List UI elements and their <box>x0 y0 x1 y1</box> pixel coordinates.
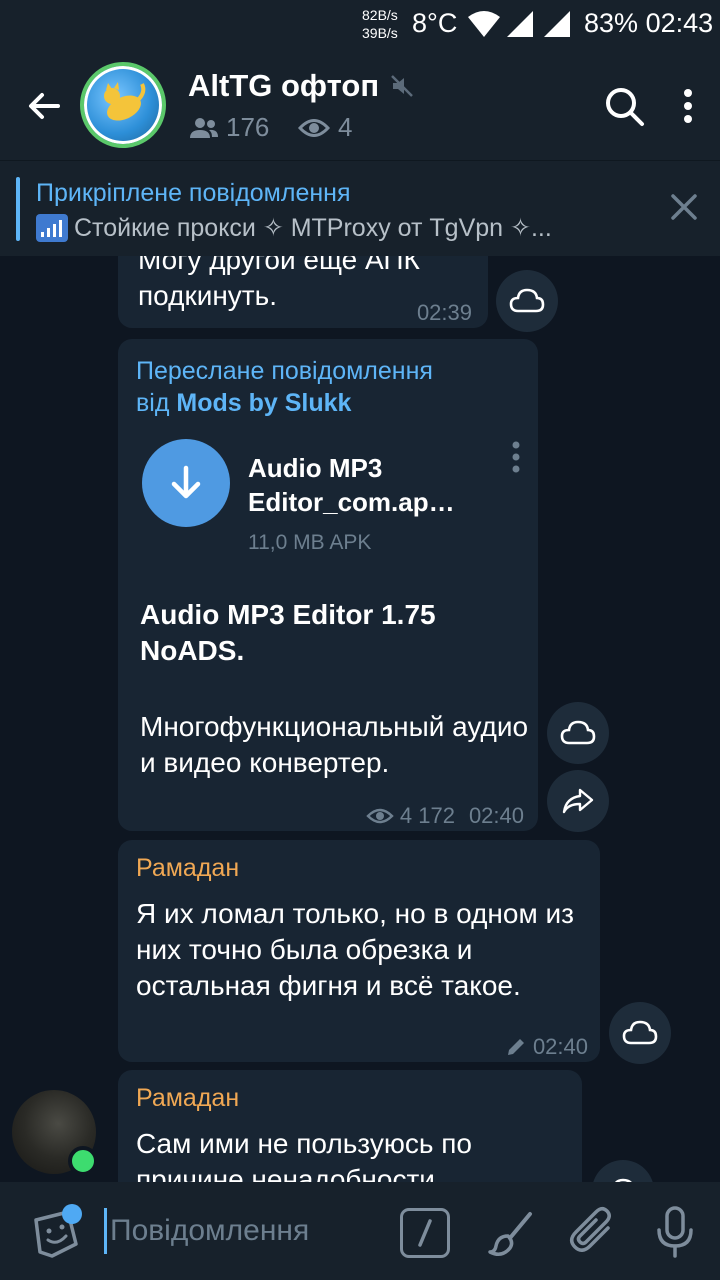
file-name: Audio MP3 Editor_com.ap… <box>248 453 455 517</box>
text-cursor <box>104 1208 107 1254</box>
forwarded-header: Переслане повідомлення від Mods by Slukk <box>136 355 433 419</box>
speed-down: 39B/s <box>362 25 398 41</box>
pinned-indicator <box>16 177 20 241</box>
members-icon <box>190 117 218 138</box>
cloud-share-button[interactable] <box>609 1002 671 1064</box>
message-bubble[interactable]: Могу другой еще АПК подкинуть. 02:39 <box>118 256 488 328</box>
pinned-message[interactable]: Прикріплене повідомлення Стойкие прокси … <box>0 160 720 256</box>
pinned-text-row: Стойкие прокси ✧ MTProxy от TgVpn ✧... <box>36 213 636 243</box>
message-text: Многофункциональный аудио и видео конвер… <box>140 711 529 778</box>
file-size: 11,0 MB APK <box>248 531 372 554</box>
battery-level: 83% <box>584 8 639 38</box>
message-text: Сам ими не пользуюсь по причине ненадобн… <box>136 1128 472 1182</box>
forwarded-message[interactable]: Переслане повідомлення від Mods by Slukk… <box>118 339 538 831</box>
signal-bars-icon <box>36 214 68 242</box>
network-speed: 82B/s 39B/s <box>362 6 398 42</box>
eye-icon <box>298 118 330 137</box>
back-arrow-icon[interactable] <box>20 82 68 130</box>
edited-pencil-icon <box>507 1039 524 1055</box>
views-eye-icon <box>366 808 394 824</box>
online-value: 4 <box>338 112 353 142</box>
signal-icon-2 <box>544 11 570 37</box>
message-line: Могу другой еще АПК <box>138 256 420 275</box>
status-bar: 82B/s 39B/s 8°C 83% 02:43 <box>0 0 720 48</box>
sender-name[interactable]: Рамадан <box>136 854 239 883</box>
chat-header: AltTG офтоп 176 4 <box>0 48 720 160</box>
chat-messages[interactable]: Могу другой еще АПК подкинуть. 02:39 Пер… <box>0 256 720 1182</box>
chat-title-row[interactable]: AltTG офтоп <box>188 68 415 104</box>
sender-name[interactable]: Рамадан <box>136 1084 239 1113</box>
brush-icon[interactable] <box>486 1208 536 1258</box>
message-text: Могу другой еще АПК подкинуть. <box>138 256 420 314</box>
message-bubble[interactable]: Рамадан Сам ими не пользуюсь по причине … <box>118 1070 582 1182</box>
close-icon[interactable] <box>664 187 704 227</box>
cloud-share-button[interactable] <box>496 270 558 332</box>
message-time: 02:40 <box>532 1034 588 1059</box>
forwarded-label: Переслане повідомлення <box>136 357 433 385</box>
bot-commands-button[interactable] <box>400 1208 450 1258</box>
message-time: 02:39 <box>416 300 472 325</box>
wifi-icon <box>468 11 500 37</box>
paperclip-icon[interactable] <box>568 1206 620 1258</box>
cloud-share-button[interactable] <box>592 1160 654 1182</box>
temperature: 8°C <box>412 8 458 38</box>
more-vertical-icon[interactable] <box>664 82 712 130</box>
online-count: 4 <box>298 112 352 143</box>
online-status-indicator <box>68 1146 98 1176</box>
file-menu-icon[interactable] <box>506 439 526 475</box>
message-time: 02:40 <box>468 803 524 828</box>
microphone-icon[interactable] <box>650 1204 700 1260</box>
notification-dot <box>62 1204 82 1224</box>
download-button[interactable] <box>142 439 230 527</box>
forward-arrow-icon <box>562 788 594 814</box>
cloud-icon <box>622 1020 658 1045</box>
clock: 02:43 <box>645 8 714 38</box>
cloud-icon <box>560 720 596 745</box>
message-bubble[interactable]: Рамадан Я их ломал только, но в одном из… <box>118 840 600 1062</box>
mute-icon <box>391 75 413 97</box>
chat-title: AltTG офтоп <box>188 68 380 103</box>
cloud-icon <box>509 288 545 313</box>
message-title: Audio MP3 Editor 1.75 NoADS. <box>140 599 436 666</box>
signal-icon <box>507 11 533 37</box>
cloud-share-button[interactable] <box>547 702 609 764</box>
download-arrow-icon <box>171 465 201 499</box>
members-count: 176 <box>188 112 269 143</box>
battery-time: 83% 02:43 <box>584 8 713 39</box>
message-meta: 4 172 02:40 <box>366 803 524 829</box>
slash-icon <box>418 1219 432 1247</box>
forwarded-from-name[interactable]: Mods by Slukk <box>176 389 351 417</box>
forwarded-from: від Mods by Slukk <box>136 387 433 419</box>
speed-up: 82B/s <box>362 7 398 23</box>
message-input[interactable]: Повідомлення <box>110 1214 309 1248</box>
message-meta: 02:40 <box>505 1034 588 1060</box>
pinned-title: Прикріплене повідомлення <box>36 179 351 207</box>
views-count: 4 172 <box>399 803 455 828</box>
members-value: 176 <box>226 112 270 142</box>
cat-logo-icon <box>104 82 146 121</box>
forwarded-from-prefix: від <box>136 389 170 417</box>
search-icon[interactable] <box>600 82 648 130</box>
chat-avatar[interactable] <box>80 62 166 148</box>
pinned-text: Стойкие прокси ✧ MTProxy от TgVpn ✧... <box>74 214 552 242</box>
message-input-bar: Повідомлення <box>0 1182 720 1280</box>
message-line: подкинуть. <box>138 280 278 311</box>
forward-button[interactable] <box>547 770 609 832</box>
message-text: Я их ломал только, но в одном из них точ… <box>136 898 574 1001</box>
